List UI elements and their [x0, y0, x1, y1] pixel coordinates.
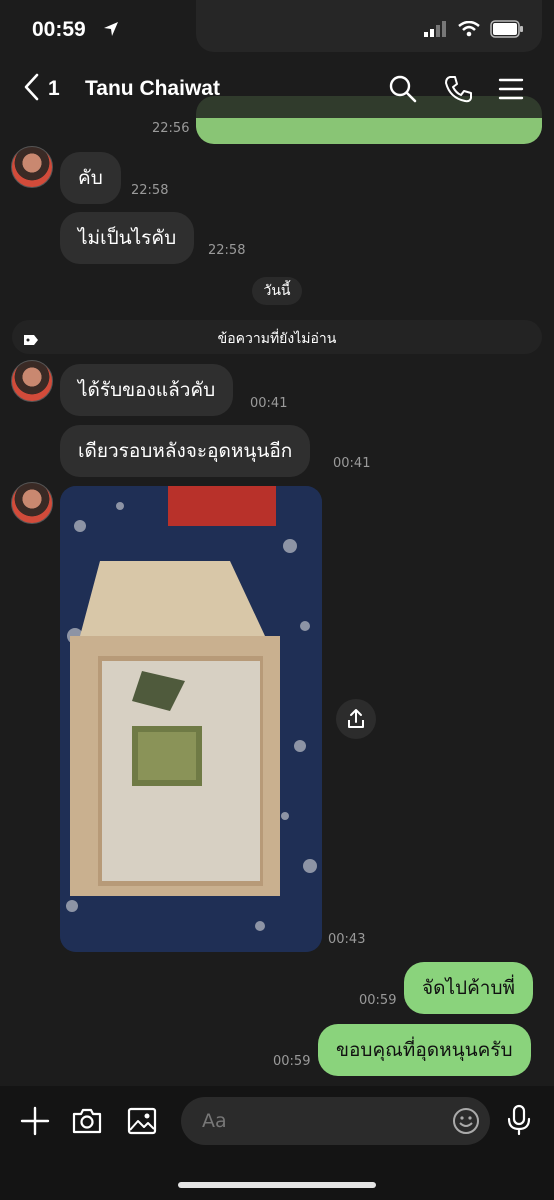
back-button[interactable]: [22, 72, 40, 109]
add-button[interactable]: [20, 1106, 50, 1140]
search-icon: [389, 75, 417, 103]
phone-icon: [445, 76, 472, 103]
location-icon: [103, 21, 119, 41]
emoji-button[interactable]: [452, 1107, 480, 1139]
message-input-placeholder: Aa: [202, 1110, 227, 1132]
share-button[interactable]: [336, 699, 376, 739]
signal-icon: [424, 21, 448, 41]
status-icons: [424, 20, 524, 42]
message-time: 00:59: [273, 1054, 311, 1069]
contact-name[interactable]: Tanu Chaiwat: [85, 77, 220, 101]
message-time: 00:41: [250, 396, 288, 411]
message-time: 00:43: [328, 932, 366, 947]
emoji-icon: [453, 1108, 479, 1134]
camera-icon: [72, 1108, 102, 1134]
previous-message-time: 22:56: [152, 121, 190, 136]
avatar[interactable]: [11, 482, 53, 524]
message-bubble[interactable]: ไม่เป็นไรคับ: [60, 212, 195, 264]
camera-button[interactable]: [71, 1106, 103, 1140]
message-time: 22:58: [208, 243, 246, 258]
back-icon: [24, 73, 39, 101]
menu-button[interactable]: [498, 74, 528, 104]
gallery-button[interactable]: [127, 1106, 157, 1140]
mic-icon: [507, 1104, 531, 1136]
menu-icon: [498, 78, 524, 100]
unread-count: 1: [48, 77, 60, 100]
avatar[interactable]: [11, 146, 53, 188]
message-input[interactable]: [181, 1097, 490, 1145]
message-time: 00:41: [333, 456, 371, 471]
share-icon: [348, 709, 364, 728]
photo-message[interactable]: [60, 486, 322, 952]
call-button[interactable]: [443, 74, 473, 104]
message-bubble[interactable]: ได้รับของแล้วคับ: [60, 364, 234, 416]
search-button[interactable]: [388, 74, 418, 104]
home-indicator: [178, 1182, 376, 1188]
message-time: 00:59: [359, 993, 397, 1008]
battery-icon: [490, 20, 524, 42]
own-message-bubble[interactable]: จัดไปค้าบพี่: [404, 962, 534, 1014]
message-bubble[interactable]: คับ: [60, 152, 121, 204]
voice-button[interactable]: [507, 1104, 531, 1140]
message-bubble[interactable]: เดียวรอบหลังจะอุดหนุนอีก: [60, 425, 311, 477]
status-time: 00:59: [32, 18, 86, 41]
message-time: 22:58: [131, 183, 169, 198]
wifi-icon: [458, 20, 480, 41]
own-message-bubble[interactable]: ขอบคุณที่อุดหนุนครับ: [318, 1024, 531, 1076]
plus-icon: [20, 1106, 50, 1136]
unread-label: ข้อความที่ยังไม่อ่าน: [217, 331, 337, 347]
date-separator: วันนี้: [252, 277, 302, 305]
image-icon: [127, 1107, 157, 1135]
avatar[interactable]: [11, 360, 53, 402]
